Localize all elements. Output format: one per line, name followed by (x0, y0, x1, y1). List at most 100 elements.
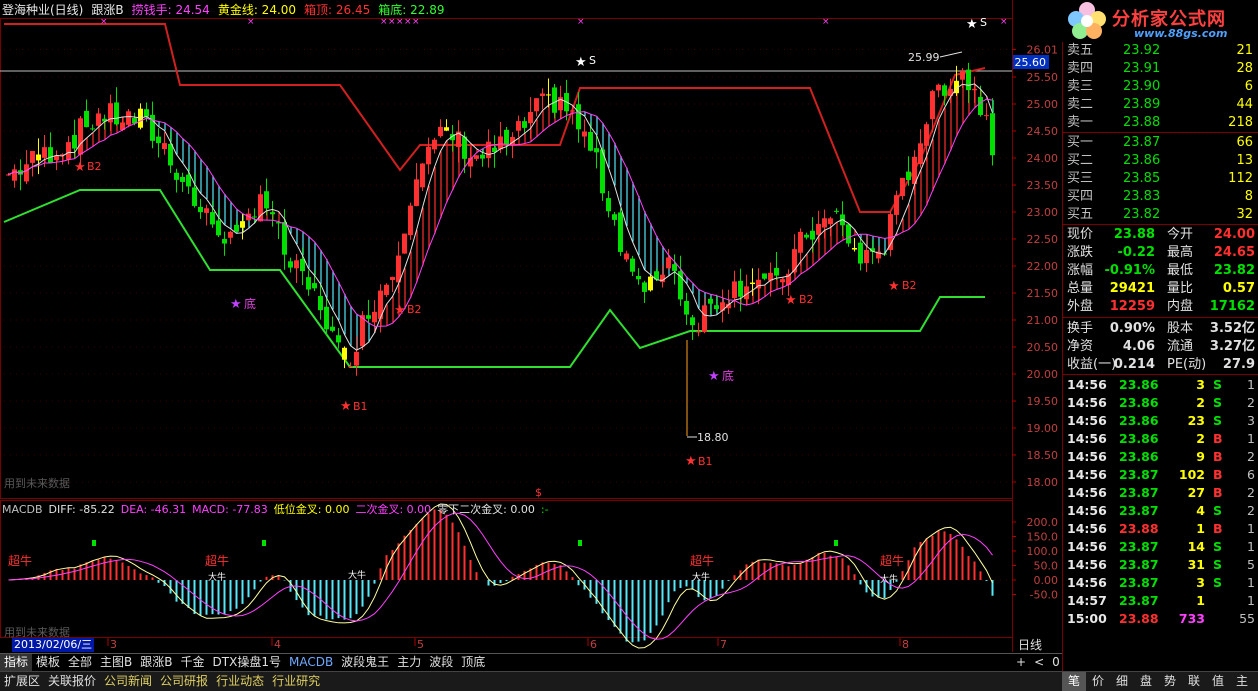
tick-time: 14:57 (1067, 593, 1107, 608)
bid-row[interactable]: 买二 23.86 13 (1065, 152, 1257, 170)
candle-body (522, 121, 527, 128)
side-tab[interactable]: 值 (1206, 672, 1230, 691)
sell-label: S (589, 54, 596, 67)
quote-value: 0.57 (1222, 281, 1255, 296)
candle-body (174, 172, 179, 180)
stock-title[interactable]: 登海种业(日线) (2, 3, 83, 17)
tick-direction: S (1213, 575, 1223, 590)
candle-body (114, 102, 119, 125)
ask-row[interactable]: 卖二 23.89 44 (1065, 96, 1257, 114)
side-tab[interactable]: 势 (1158, 672, 1182, 691)
candle-body (822, 218, 827, 228)
tick-volume: 23 (1187, 413, 1205, 428)
quote-label: 现价 (1067, 227, 1094, 242)
ask-price: 23.91 (1123, 61, 1161, 76)
quote-row: 总量 29421 量比 0.57 (1063, 280, 1258, 298)
bid-price: 23.85 (1123, 171, 1161, 186)
formula-name[interactable]: 跟涨B (91, 3, 123, 17)
tick-count: 1 (1247, 539, 1255, 554)
bottom-star-icon: ★ (708, 369, 720, 384)
tick-price: 23.87 (1119, 593, 1159, 608)
quote-value: 23.88 (1113, 227, 1155, 242)
bid-row[interactable]: 买三 23.85 112 (1065, 170, 1257, 188)
reset-button[interactable]: 0 (1052, 655, 1060, 669)
extension-tab[interactable]: 行业研究 (268, 672, 324, 691)
extension-tab[interactable]: 公司新闻 (100, 672, 156, 691)
candle-body (384, 284, 389, 295)
indicator-tab[interactable]: DTX操盘1号 (209, 654, 285, 671)
side-tab[interactable]: 价 (1086, 672, 1110, 691)
candle-body (894, 195, 899, 215)
indicator-tab[interactable]: MACDB (285, 654, 337, 671)
candle-body (972, 88, 977, 91)
candle-body (630, 258, 635, 272)
kline-chart[interactable]: 26.01 25.50 25.00 24.50 24.00 23.50 23.00 22.50… (0, 0, 1062, 652)
candle-body (498, 136, 503, 150)
side-tab[interactable]: 盘 (1134, 672, 1158, 691)
indicator-tab[interactable]: 指标 (0, 654, 33, 671)
tick-direction: B (1213, 449, 1223, 464)
bid-row[interactable]: 买五 23.82 32 (1065, 206, 1257, 224)
side-tab[interactable]: 主 (1230, 672, 1254, 691)
bid-row[interactable]: 买四 23.83 8 (1065, 188, 1257, 206)
ask-row[interactable]: 卖五 23.92 21 (1065, 42, 1257, 60)
quote-value: 3.27亿 (1209, 339, 1255, 354)
quote-row: 收益(一) 0.214 PE(动) 27.9 (1063, 356, 1258, 374)
indicator-tab[interactable]: 千金 (177, 654, 209, 671)
candle-body (858, 242, 863, 264)
ask-price: 23.89 (1123, 97, 1161, 112)
quote-value: 17162 (1209, 299, 1255, 314)
tick-volume: 9 (1196, 449, 1205, 464)
chart-area[interactable]: 26.01 25.50 25.00 24.50 24.00 23.50 23.00 22.50… (0, 0, 1062, 652)
extension-tab[interactable]: 关联报价 (44, 672, 100, 691)
extension-tab[interactable]: 公司研报 (156, 672, 212, 691)
tick-price: 23.87 (1119, 539, 1159, 554)
macd-value: DIFF: -85.22 (48, 503, 115, 516)
bid-row[interactable]: 买一 23.87 66 (1065, 134, 1257, 152)
tick-count: 55 (1239, 611, 1255, 626)
quote-value: 24.65 (1213, 245, 1255, 260)
side-tab[interactable]: 细 (1110, 672, 1134, 691)
indicator-tab[interactable]: 全部 (64, 654, 96, 671)
indicator-tab[interactable]: 模板 (32, 654, 64, 671)
side-tab[interactable]: 笔 (1062, 672, 1086, 691)
ask-row[interactable]: 卖四 23.91 28 (1065, 60, 1257, 78)
indicator-tab[interactable]: 主图B (96, 654, 136, 671)
green-marker (834, 540, 838, 546)
indicator-tab[interactable]: 主力 (393, 654, 425, 671)
candle-body (474, 155, 479, 159)
high-pointer (939, 51, 963, 58)
ask-row[interactable]: 卖一 23.88 218 (1065, 114, 1257, 132)
side-tab[interactable]: 联 (1182, 672, 1206, 691)
tick-count: 5 (1247, 557, 1255, 572)
macd-value: 二次金叉: 0.00 (355, 503, 432, 516)
extension-tab[interactable]: 行业动态 (212, 672, 268, 691)
super-bull-label: 超牛 (880, 553, 904, 568)
candle-body (180, 176, 185, 182)
quote-label: 最高 (1167, 245, 1194, 260)
quote-value: -0.22 (1117, 245, 1155, 260)
tick-count: 1 (1247, 377, 1255, 392)
indicator-tab[interactable]: 波段鬼王 (337, 654, 393, 671)
indicator-tab[interactable]: 顶底 (457, 654, 489, 671)
super-bull-label: 超牛 (8, 553, 32, 568)
period-label[interactable]: 日线 (1018, 638, 1058, 652)
indicator-tab[interactable]: 波段 (425, 654, 457, 671)
tick-direction: S (1213, 377, 1223, 392)
tick-direction: B (1213, 467, 1223, 482)
candle-body (816, 223, 821, 235)
price-tick-label: 19.00 (1027, 422, 1059, 435)
extension-tab[interactable]: 扩展区 (0, 672, 44, 691)
b1-label: B1 (353, 400, 368, 413)
indicator-tab[interactable]: 跟涨B (136, 654, 176, 671)
stock-chart-window: 26.01 25.50 25.00 24.50 24.00 23.50 23.00 22.50… (0, 0, 1258, 691)
scroll-left-button[interactable]: < (1034, 655, 1044, 669)
tick-volume: 31 (1187, 557, 1205, 572)
tick-count: 2 (1247, 395, 1255, 410)
ask-row[interactable]: 卖三 23.90 6 (1065, 78, 1257, 96)
macd-tick-label: 150.0 (1027, 531, 1059, 544)
candle-body (24, 164, 29, 182)
tick-count: 6 (1247, 467, 1255, 482)
zoom-in-button[interactable]: + (1016, 655, 1026, 669)
ask-label: 卖一 (1067, 115, 1094, 130)
